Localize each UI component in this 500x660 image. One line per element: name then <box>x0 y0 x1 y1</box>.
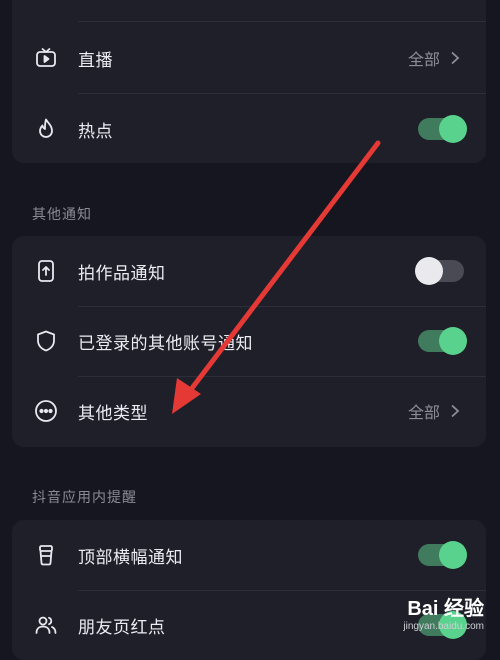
row-other-types-value: 全部 <box>407 403 440 422</box>
divider <box>78 21 486 22</box>
cup-icon <box>34 543 58 567</box>
row-post-notify[interactable]: 拍作品通知 <box>12 236 486 306</box>
more-horizontal-icon <box>34 399 58 423</box>
watermark: Bai 经验 jingyan.baidu.com <box>403 592 484 632</box>
row-post-notify-label: 拍作品通知 <box>78 263 166 284</box>
phone-upload-icon <box>34 259 58 283</box>
row-hot-label: 热点 <box>78 121 113 142</box>
other-accounts-toggle[interactable] <box>418 327 467 355</box>
users-icon <box>34 613 58 637</box>
row-live-label: 直播 <box>78 50 113 71</box>
watermark-url: jingyan.baidu.com <box>403 621 484 632</box>
watermark-brand: Bai 经验 <box>407 598 484 620</box>
row-other-accounts-label: 已登录的其他账号通知 <box>78 333 253 354</box>
row-live-value: 全部 <box>407 50 440 69</box>
settings-card-top: 直播 全部 热点 <box>12 0 486 163</box>
flame-icon <box>34 117 58 141</box>
toggle-knob <box>415 257 443 285</box>
row-hot[interactable]: 热点 <box>12 94 486 163</box>
top-banner-toggle[interactable] <box>418 541 467 569</box>
row-other-types[interactable]: 其他类型 全部 <box>12 376 486 446</box>
row-top-banner-label: 顶部横幅通知 <box>78 547 183 568</box>
row-friends-dot-label: 朋友页红点 <box>78 617 166 638</box>
toggle-knob <box>439 115 467 143</box>
post-notify-toggle[interactable] <box>415 257 464 285</box>
shield-icon <box>34 329 58 353</box>
row-other-accounts[interactable]: 已登录的其他账号通知 <box>12 306 486 376</box>
row-live[interactable]: 直播 全部 <box>12 23 486 93</box>
row-top-banner[interactable]: 顶部横幅通知 <box>12 520 486 590</box>
row-other-types-label: 其他类型 <box>78 403 148 424</box>
chevron-right-icon <box>451 51 460 65</box>
toggle-knob <box>439 541 467 569</box>
section-header-other: 其他通知 <box>32 207 92 223</box>
tv-icon <box>34 46 58 70</box>
chevron-right-icon <box>451 404 460 418</box>
hot-toggle[interactable] <box>418 115 467 143</box>
settings-card-inapp: 顶部横幅通知 朋友页红点 <box>12 520 486 660</box>
section-header-inapp: 抖音应用内提醒 <box>32 490 137 506</box>
toggle-knob <box>439 327 467 355</box>
settings-card-other: 拍作品通知 已登录的其他账号通知 其他类型 全部 <box>12 236 486 447</box>
